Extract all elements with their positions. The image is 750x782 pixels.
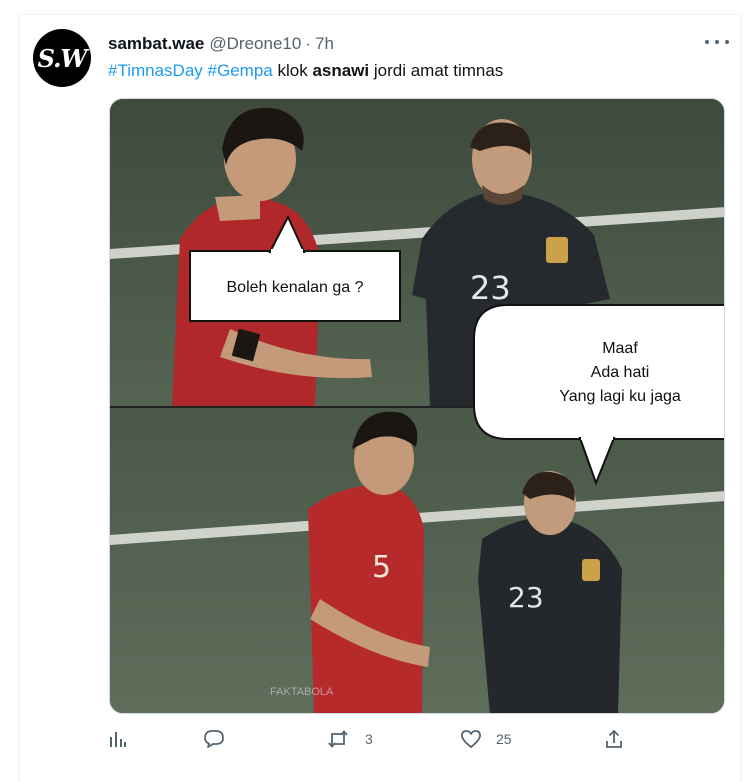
share-icon (606, 729, 622, 748)
meme-image: 23 Boleh kenalan ga ? 5 23 FAKTABOLA Maa… (110, 99, 724, 713)
jersey-number-bottom: 23 (508, 581, 544, 614)
more-dot (715, 40, 719, 44)
share-button[interactable] (604, 729, 624, 749)
reply-button[interactable] (203, 729, 225, 749)
tweet-text-rest: jordi amat timnas (373, 61, 504, 80)
views-button[interactable] (108, 729, 128, 749)
bubble-top-text: Boleh kenalan ga ? (227, 279, 364, 296)
hashtag-gempa[interactable]: #Gempa (208, 61, 273, 80)
tweet-text-bold-word: asnawi (312, 61, 370, 80)
more-dot (725, 40, 729, 44)
avatar-logo-text: S.W (37, 43, 88, 73)
retweet-count: 3 (365, 731, 373, 747)
frame-right-border (741, 14, 742, 782)
bubble-bottom-line-2: Ada hati (591, 364, 650, 381)
more-options-icon[interactable] (705, 33, 729, 51)
avatar[interactable]: S.W (33, 29, 91, 87)
bar-chart-icon (110, 732, 126, 747)
like-button[interactable]: 25 (460, 729, 512, 749)
author-display-name[interactable]: sambat.wae (108, 34, 204, 54)
heart-icon (461, 730, 481, 748)
reply-icon (204, 730, 224, 748)
tweet-text: #TimnasDay #Gempa klok asnawi jordi amat… (108, 61, 503, 81)
bubble-bottom-line-1: Maaf (602, 340, 638, 357)
author-handle[interactable]: @Dreone10 (209, 34, 301, 54)
tweet-timestamp[interactable]: 7h (315, 34, 334, 54)
jersey-number-red: 5 (372, 550, 391, 585)
tweet-media-image[interactable]: 23 Boleh kenalan ga ? 5 23 FAKTABOLA Maa… (109, 98, 725, 714)
tweet-text-word: klok (277, 61, 308, 80)
tweet-header: sambat.wae @Dreone10 · 7h (108, 34, 334, 54)
tweet[interactable]: S.W sambat.wae @Dreone10 · 7h #TimnasDay… (19, 15, 741, 782)
retweet-icon (328, 730, 348, 748)
jersey-number-top: 23 (470, 269, 511, 307)
bottom-panel: 5 23 FAKTABOLA (110, 408, 724, 713)
hashtag-timnasday[interactable]: #TimnasDay (108, 61, 203, 80)
bubble-bottom-line-3: Yang lagi ku jaga (559, 388, 681, 405)
header-separator: · (305, 34, 311, 53)
tweet-actions: 3 25 (108, 729, 628, 755)
more-dot (705, 40, 709, 44)
image-watermark: FAKTABOLA (270, 686, 334, 698)
retweet-button[interactable]: 3 (327, 729, 373, 749)
like-count: 25 (496, 731, 512, 747)
